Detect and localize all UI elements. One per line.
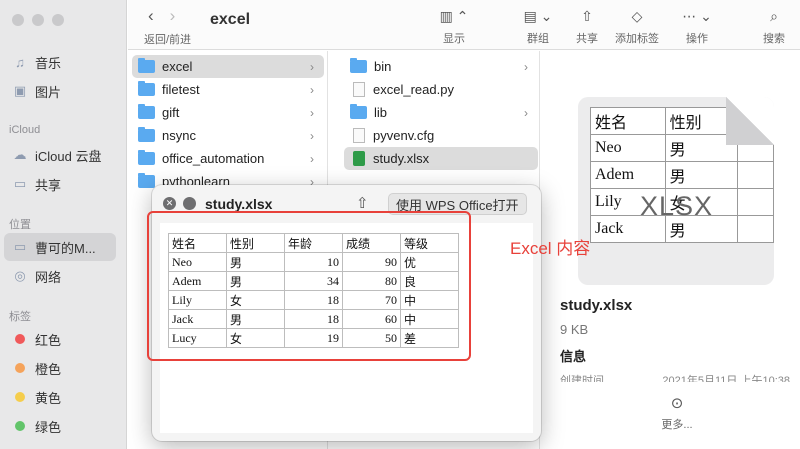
created-value: 2021年5月11日 上午10:38 (662, 375, 790, 382)
zoom-window-button[interactable] (52, 14, 64, 26)
created-label: 创建时间 (560, 375, 604, 382)
action-icon: ⋯ ⌄ (682, 8, 712, 24)
preview-info-heading: 信息 (560, 349, 587, 364)
folder-icon (138, 58, 155, 73)
config-file-icon (353, 128, 365, 143)
tag-dot-icon (15, 334, 25, 344)
folder-icon (350, 104, 367, 119)
add-tag-button[interactable]: ◇ 添加标签 (607, 6, 667, 46)
folder-icon (350, 58, 367, 73)
laptop-icon: ▭ (13, 239, 27, 254)
tag-icon: ◇ (631, 8, 643, 24)
sidebar-section-icloud: iCloud (9, 124, 41, 136)
music-icon: ♫ (15, 54, 25, 70)
list-item[interactable]: bin › (344, 55, 538, 78)
folder-icon (138, 104, 155, 119)
sidebar: ♫ 音乐 ▣ 图片 iCloud ☁ iCloud 云盘 ▭ 共享 位置 ▭ 曹… (0, 0, 127, 449)
sidebar-item-label: 绿色 (35, 419, 62, 435)
sidebar-item-macbook[interactable]: ▭ 曹可的M... (4, 233, 116, 261)
close-window-button[interactable] (12, 14, 24, 26)
view-button[interactable]: ▥ ⌃ 显示 (424, 6, 484, 46)
quicklook-title: study.xlsx (205, 196, 273, 212)
list-item[interactable]: nsync › (132, 124, 324, 147)
sidebar-item-label: 音乐 (35, 55, 62, 71)
sidebar-item-label: 图片 (35, 84, 62, 100)
window-controls (12, 14, 64, 26)
sidebar-item-tag-orange[interactable]: 橙色 (4, 354, 116, 382)
spreadsheet-file-icon (353, 151, 365, 166)
photos-icon: ▣ (13, 83, 27, 98)
sidebar-item-tag-green[interactable]: 绿色 (4, 412, 116, 440)
folder-icon (138, 127, 155, 142)
sidebar-item-label: 红色 (35, 332, 62, 348)
globe-icon: ◎ (14, 268, 26, 283)
fullscreen-icon[interactable] (183, 197, 196, 210)
search-button[interactable]: ⌕ 搜索 (744, 6, 800, 46)
sidebar-section-locations: 位置 (9, 219, 31, 231)
sidebar-section-tags: 标签 (9, 311, 31, 323)
folder-icon (138, 81, 155, 96)
back-arrow-icon[interactable]: ‹ (148, 6, 154, 26)
annotation-highlight-box (147, 211, 471, 361)
python-file-icon (353, 82, 365, 97)
sidebar-item-label: iCloud 云盘 (35, 148, 102, 164)
nav-label: 返回/前进 (144, 34, 192, 46)
more-icon: ⊙ (670, 395, 684, 412)
more-button[interactable]: ⊙ 更多... (652, 394, 702, 432)
annotation-label: Excel 内容 (510, 239, 591, 258)
share-icon[interactable]: ⇧ (356, 194, 369, 212)
list-item[interactable]: office_automation › (132, 147, 324, 170)
toolbar: ‹ › 返回/前进 excel ▥ ⌃ 显示 ▤ ⌄ 群组 ⇧ 共享 ◇ 添加标… (128, 0, 800, 50)
file-thumbnail: 姓名 性别 Neo 男 Adem 男 Lily 女 Jack 男 XLSX (578, 97, 774, 285)
sidebar-item-label: 网络 (35, 269, 62, 285)
folder-icon (138, 150, 155, 165)
window-title: excel (210, 11, 251, 28)
sidebar-item-photos[interactable]: ▣ 图片 (4, 77, 116, 105)
preview-created-row: 创建时间 2021年5月11日 上午10:38 (560, 372, 800, 382)
minimize-window-button[interactable] (32, 14, 44, 26)
list-item[interactable]: excel_read.py (344, 78, 538, 101)
chevron-right-icon: › (310, 59, 314, 74)
group-icon: ▤ ⌄ (523, 8, 553, 24)
chevron-right-icon: › (310, 151, 314, 166)
cloud-icon: ☁ (13, 147, 27, 162)
sidebar-item-label: 橙色 (35, 361, 62, 377)
share-icon: ⇧ (581, 8, 593, 24)
shared-folder-icon: ▭ (13, 176, 27, 191)
tag-dot-icon (15, 363, 25, 373)
sidebar-item-tag-yellow[interactable]: 黄色 (4, 383, 116, 411)
list-item[interactable]: excel › (132, 55, 324, 78)
list-item[interactable]: gift › (132, 101, 324, 124)
sidebar-item-shared[interactable]: ▭ 共享 (4, 170, 116, 198)
chevron-right-icon: › (310, 82, 314, 97)
chevron-right-icon: › (310, 128, 314, 143)
tag-dot-icon (15, 392, 25, 402)
page-fold-icon (726, 97, 774, 145)
list-item[interactable]: pyvenv.cfg (344, 124, 538, 147)
action-button[interactable]: ⋯ ⌄ 操作 (667, 6, 727, 46)
close-icon[interactable]: ✕ (163, 197, 176, 210)
sidebar-item-label: 共享 (35, 177, 62, 193)
forward-arrow-icon[interactable]: › (170, 6, 176, 26)
list-item[interactable]: study.xlsx (344, 147, 538, 170)
list-item[interactable]: lib › (344, 101, 538, 124)
column-view-icon: ▥ ⌃ (439, 8, 469, 24)
sidebar-item-icloud-drive[interactable]: ☁ iCloud 云盘 (4, 141, 116, 169)
sidebar-item-label: 曹可的M... (35, 240, 96, 256)
sidebar-item-label: 黄色 (35, 390, 62, 406)
sidebar-item-music[interactable]: ♫ 音乐 (4, 48, 116, 76)
chevron-right-icon: › (524, 105, 528, 120)
sidebar-item-tag-red[interactable]: 红色 (4, 325, 116, 353)
chevron-right-icon: › (310, 105, 314, 120)
nav-arrows: ‹ › (148, 6, 175, 26)
file-extension-label: XLSX (640, 191, 714, 221)
sidebar-item-network[interactable]: ◎ 网络 (4, 262, 116, 290)
chevron-right-icon: › (524, 59, 528, 74)
list-item[interactable]: filetest › (132, 78, 324, 101)
tag-dot-icon (15, 421, 25, 431)
preview-file-name: study.xlsx (560, 297, 633, 314)
preview-file-size: 9 KB (560, 322, 589, 337)
table-row: Adem 男 (590, 161, 774, 189)
search-icon: ⌕ (770, 8, 778, 24)
